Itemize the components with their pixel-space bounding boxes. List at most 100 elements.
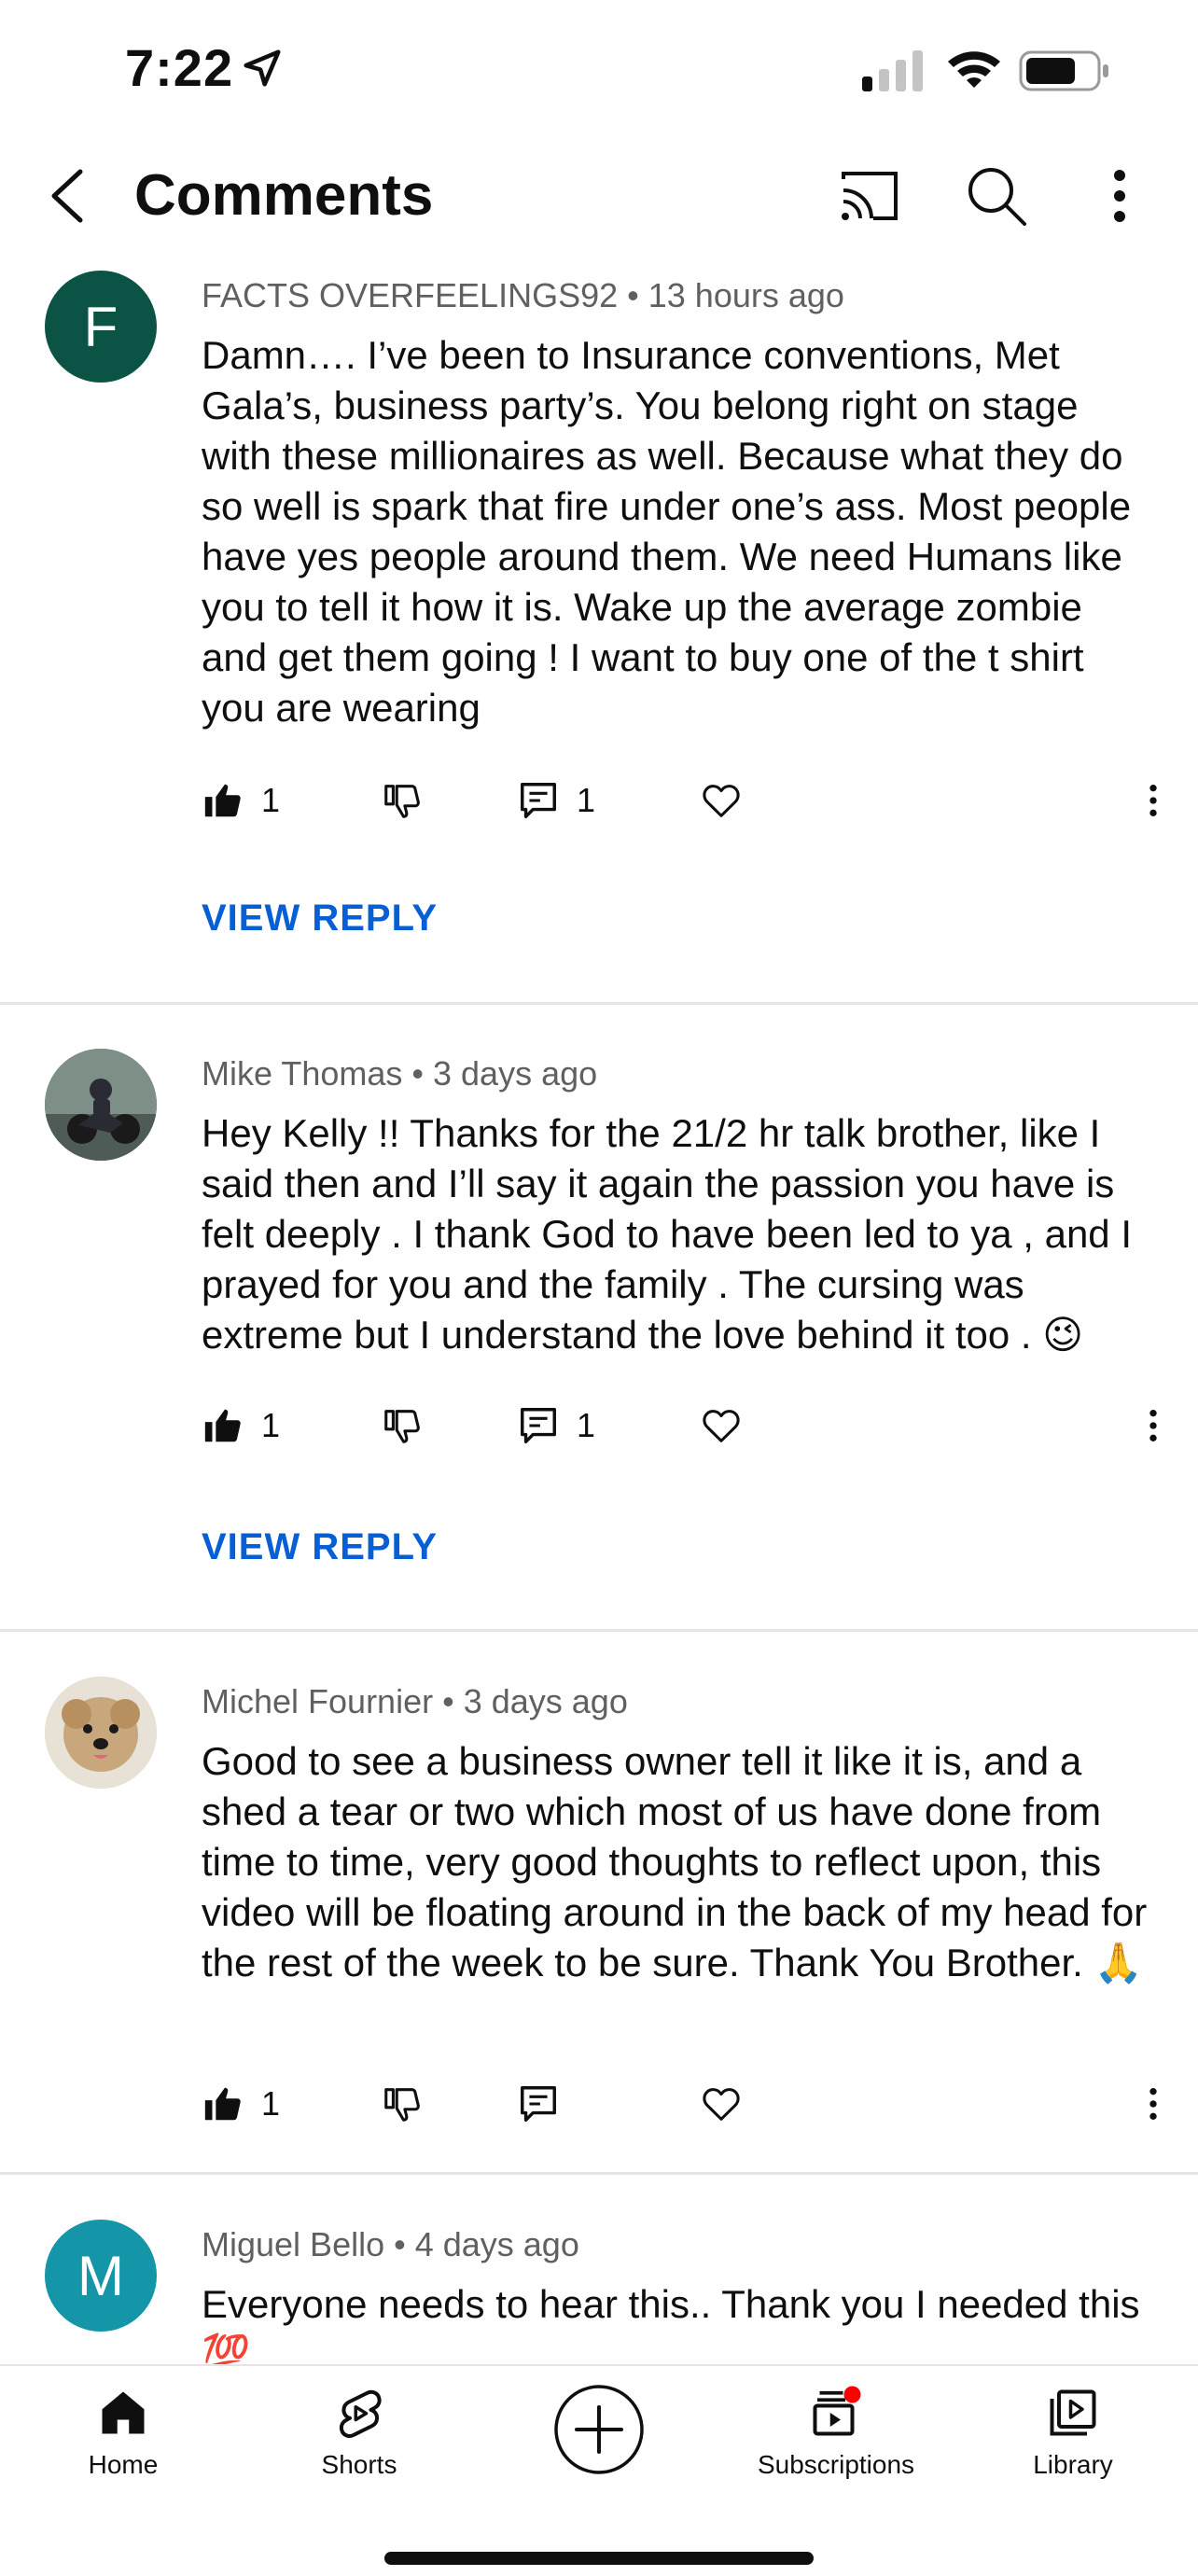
comment-meta: Mike Thomas • 3 days ago — [202, 1054, 597, 1093]
avatar[interactable] — [45, 1677, 157, 1789]
separator-dot: • — [394, 2225, 406, 2263]
reply-button[interactable]: 1 — [517, 1398, 595, 1454]
nav-home[interactable]: Home — [30, 2385, 216, 2497]
comment-time: 13 hours ago — [648, 276, 844, 314]
reply-comment-icon — [521, 2086, 556, 2122]
comment-text: Everyone needs to hear this.. Thank you … — [202, 2282, 1140, 2364]
comment-actions: 1 1 — [202, 1398, 1172, 1454]
heart-button[interactable] — [700, 773, 743, 828]
avatar-letter: F — [83, 295, 118, 358]
status-time: 7:22 — [125, 38, 234, 97]
comment-author[interactable]: FACTS OVERFEELINGS92 — [202, 276, 618, 314]
reply-comment-icon — [521, 783, 556, 818]
separator-dot: • — [411, 1054, 425, 1093]
nav-library[interactable]: Library — [980, 2385, 1166, 2497]
nav-subscriptions[interactable]: Subscriptions — [743, 2385, 929, 2497]
separator-dot: • — [442, 1682, 454, 1720]
dislike-button[interactable] — [381, 773, 424, 828]
comments-header: Comments — [0, 140, 1198, 252]
thumbs-down-icon — [384, 785, 420, 818]
comment-item: Michel Fournier • 3 days ago Good to see a… — [0, 1677, 1198, 2171]
cast-icon[interactable] — [836, 162, 903, 230]
bottom-navigation: Home Shorts Subscriptions Library — [0, 2364, 1198, 2576]
like-count: 1 — [261, 2084, 281, 2123]
home-icon — [102, 2391, 145, 2434]
comment-actions: 1 1 — [202, 773, 1172, 828]
separator-dot: • — [627, 276, 639, 314]
comment-item: F FACTS OVERFEELINGS92 • 13 hours ago Damn… — [0, 271, 1198, 1003]
comment-author[interactable]: Michel Fournier — [202, 1682, 433, 1720]
comment-more-button[interactable] — [1135, 2076, 1172, 2132]
location-arrow-icon — [244, 49, 281, 87]
more-vertical-icon — [1149, 1410, 1157, 1441]
battery-icon — [1019, 50, 1108, 91]
reply-comment-icon — [521, 1408, 556, 1443]
home-indicator — [384, 2552, 814, 2565]
comment-time: 3 days ago — [433, 1054, 598, 1093]
thumbs-up-icon — [204, 2087, 241, 2121]
thumbs-up-icon — [204, 1409, 241, 1442]
subscriptions-icon — [813, 2386, 861, 2436]
view-reply-link[interactable]: VIEW REPLY — [202, 1526, 438, 1568]
nav-home-label: Home — [88, 2450, 159, 2479]
heart-button[interactable] — [700, 2076, 743, 2132]
like-button[interactable]: 1 — [202, 773, 280, 828]
comment-author[interactable]: Miguel Bello — [202, 2225, 384, 2263]
nav-shorts-label: Shorts — [321, 2450, 397, 2479]
notification-dot — [843, 2386, 861, 2403]
like-button[interactable]: 1 — [202, 2076, 280, 2132]
comment-meta: Michel Fournier • 3 days ago — [202, 1682, 628, 1721]
heart-icon — [703, 785, 740, 817]
nav-library-label: Library — [1033, 2450, 1113, 2479]
comment-item: M Miguel Bello • 4 days ago Everyone needs… — [0, 2220, 1198, 2364]
more-vertical-icon — [1149, 2088, 1157, 2120]
comment-meta: Miguel Bello • 4 days ago — [202, 2225, 579, 2264]
thumbs-down-icon — [384, 2088, 420, 2122]
heart-icon — [703, 2088, 740, 2121]
reply-count: 1 — [577, 1406, 596, 1444]
library-icon — [1050, 2389, 1096, 2436]
comment-text: Hey Kelly !! Thanks for the 21/2 hr talk… — [202, 1111, 1133, 1357]
avatar[interactable]: M — [45, 2220, 157, 2332]
more-vertical-icon — [1149, 785, 1157, 816]
dislike-button[interactable] — [381, 1398, 424, 1454]
like-count: 1 — [261, 781, 281, 819]
heart-icon — [703, 1410, 740, 1442]
avatar-letter: M — [77, 2244, 124, 2307]
comment-divider — [0, 2172, 1198, 2175]
avatar[interactable]: F — [45, 271, 157, 383]
reply-button[interactable] — [517, 2076, 560, 2132]
like-button[interactable]: 1 — [202, 1398, 280, 1454]
create-plus-icon[interactable] — [552, 2383, 646, 2476]
comment-text: Damn…. I’ve been to Insurance convention… — [202, 333, 1132, 730]
page-title: Comments — [134, 163, 434, 228]
comment-author[interactable]: Mike Thomas — [202, 1054, 402, 1093]
shorts-icon — [339, 2389, 382, 2438]
comment-item: Mike Thomas • 3 days ago Hey Kelly !! Than… — [0, 1049, 1198, 1632]
search-icon[interactable] — [961, 160, 1032, 231]
comment-actions: 1 — [202, 2076, 1172, 2132]
nav-shorts[interactable]: Shorts — [266, 2385, 453, 2497]
comment-text: Good to see a business owner tell it lik… — [202, 1739, 1148, 1984]
wifi-icon — [948, 51, 1000, 88]
reply-button[interactable]: 1 — [517, 773, 595, 828]
like-count: 1 — [261, 1406, 281, 1444]
thumbs-down-icon — [384, 1410, 420, 1443]
comment-time: 3 days ago — [463, 1682, 628, 1720]
comment-more-button[interactable] — [1135, 1398, 1172, 1454]
back-arrow-icon[interactable] — [37, 159, 103, 233]
avatar[interactable] — [45, 1049, 157, 1161]
comment-meta: FACTS OVERFEELINGS92 • 13 hours ago — [202, 276, 844, 315]
comment-more-button[interactable] — [1135, 773, 1172, 828]
nav-subscriptions-label: Subscriptions — [757, 2450, 915, 2479]
reply-count: 1 — [577, 781, 596, 819]
dislike-button[interactable] — [381, 2076, 424, 2132]
comment-divider — [0, 1629, 1198, 1632]
status-bar: 7:22 — [0, 0, 1198, 140]
more-options-icon[interactable] — [1094, 160, 1146, 231]
heart-button[interactable] — [700, 1398, 743, 1454]
comment-time: 4 days ago — [414, 2225, 579, 2263]
comment-divider — [0, 1002, 1198, 1005]
cellular-signal-icon — [862, 50, 923, 91]
view-reply-link[interactable]: VIEW REPLY — [202, 898, 438, 940]
